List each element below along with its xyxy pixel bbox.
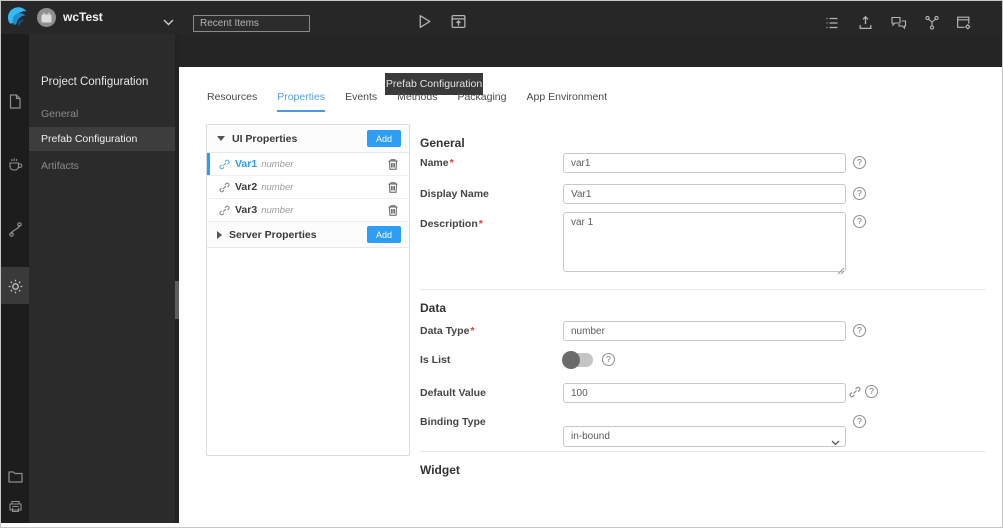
- sidebar-item-prefab-configuration[interactable]: Prefab Configuration: [29, 127, 179, 151]
- top-bar: wcTest: [1, 1, 1002, 34]
- project-name[interactable]: wcTest: [63, 8, 103, 27]
- property-type: number: [261, 181, 294, 193]
- wavemaker-studio-window: wcTest Recent Items Project Configuratio…: [0, 0, 1003, 528]
- property-name: Var1: [235, 158, 258, 170]
- config-sidebar: Project Configuration General Prefab Con…: [29, 34, 179, 523]
- default-value-bind-icon[interactable]: [849, 386, 861, 398]
- backend-services-icon[interactable]: [1, 152, 29, 178]
- tab-methods[interactable]: Methods: [397, 91, 437, 112]
- bind-link-icon: [219, 182, 230, 193]
- default-value-help-icon[interactable]: ?: [865, 385, 878, 398]
- is-list-label: Is List: [420, 354, 451, 366]
- description-help-icon[interactable]: ?: [853, 215, 866, 228]
- wavemaker-logo-icon: [8, 7, 29, 28]
- property-item-var3[interactable]: Var3 number: [207, 199, 409, 222]
- add-server-property-button[interactable]: Add: [367, 226, 401, 243]
- tab-packaging[interactable]: Packaging: [457, 91, 506, 112]
- delete-var1-button[interactable]: [387, 158, 399, 171]
- settings-gear-icon[interactable]: [1, 273, 29, 299]
- required-marker: *: [470, 325, 475, 337]
- caret-down-icon: [217, 136, 225, 141]
- ui-properties-label: UI Properties: [232, 132, 298, 145]
- preview-icon[interactable]: [450, 13, 467, 30]
- sidebar-item-general[interactable]: General: [29, 102, 179, 126]
- bind-link-icon: [219, 159, 230, 170]
- add-ui-property-button[interactable]: Add: [367, 130, 401, 147]
- default-value-input[interactable]: [563, 383, 846, 403]
- widget-section-title: Widget: [420, 463, 460, 477]
- required-marker: *: [449, 157, 454, 169]
- property-item-var2[interactable]: Var2 number: [207, 176, 409, 199]
- publish-icon[interactable]: [857, 14, 874, 31]
- tab-properties[interactable]: Properties: [277, 91, 326, 112]
- ui-properties-group-header[interactable]: UI Properties Add: [207, 125, 409, 153]
- tab-app-environment[interactable]: App Environment: [527, 91, 608, 112]
- recent-items-input[interactable]: [193, 15, 310, 32]
- run-icon[interactable]: [416, 13, 433, 30]
- sidebar-item-artifacts[interactable]: Artifacts: [29, 154, 179, 178]
- general-section-title: General: [420, 136, 465, 150]
- chat-icon[interactable]: [890, 15, 907, 31]
- sidebar-scrollbar-thumb[interactable]: [175, 281, 179, 319]
- display-name-help-icon[interactable]: ?: [853, 187, 866, 200]
- data-type-label: Data Type*: [420, 325, 475, 337]
- pages-icon[interactable]: [1, 88, 29, 114]
- prefab-config-tabs: Resources Properties Events Methods Pack…: [207, 91, 607, 112]
- tab-events[interactable]: Events: [345, 91, 377, 112]
- name-help-icon[interactable]: ?: [853, 156, 866, 169]
- display-name-input[interactable]: [563, 184, 846, 204]
- printer-icon[interactable]: [1, 494, 29, 520]
- data-type-help-icon[interactable]: ?: [853, 324, 866, 337]
- is-list-toggle[interactable]: [562, 351, 593, 369]
- project-avatar: [37, 8, 56, 32]
- binding-type-help-icon[interactable]: ?: [853, 415, 866, 428]
- tab-resources[interactable]: Resources: [207, 91, 257, 112]
- default-value-label: Default Value: [420, 387, 486, 399]
- server-properties-group-header[interactable]: Server Properties Add: [207, 222, 409, 248]
- properties-list-panel: UI Properties Add Var1 number Var2 numbe…: [206, 124, 410, 456]
- property-item-var1[interactable]: Var1 number: [207, 153, 409, 176]
- apis-icon[interactable]: [1, 216, 29, 242]
- property-name: Var3: [235, 204, 258, 216]
- folder-icon[interactable]: [1, 463, 29, 489]
- name-input[interactable]: [563, 153, 846, 173]
- window-settings-icon[interactable]: [955, 14, 972, 31]
- server-properties-label: Server Properties: [229, 228, 317, 241]
- console-icon[interactable]: [824, 15, 840, 31]
- toggle-knob: [562, 351, 580, 369]
- section-divider: [420, 451, 986, 452]
- document-tab-strip: Prefab Configuration: [179, 34, 1002, 95]
- is-list-help-icon[interactable]: ?: [602, 353, 615, 366]
- data-type-input[interactable]: [563, 321, 846, 341]
- binding-type-label: Binding Type: [420, 416, 486, 428]
- left-icon-rail: •••: [1, 34, 29, 523]
- description-label: Description*: [420, 218, 483, 230]
- bind-link-icon: [219, 205, 230, 216]
- required-marker: *: [478, 218, 483, 230]
- delete-var2-button[interactable]: [387, 181, 399, 194]
- property-type: number: [261, 204, 294, 216]
- sidebar-title: Project Configuration: [41, 76, 149, 88]
- name-label: Name*: [420, 157, 454, 169]
- property-name: Var2: [235, 181, 258, 193]
- chevron-down-icon[interactable]: [163, 19, 174, 26]
- property-type: number: [261, 158, 294, 170]
- display-name-label: Display Name: [420, 188, 489, 200]
- branch-icon[interactable]: [924, 14, 940, 31]
- textarea-resize-handle[interactable]: [837, 262, 845, 280]
- binding-type-select[interactable]: in-bound: [563, 426, 846, 447]
- section-divider: [420, 289, 986, 290]
- delete-var3-button[interactable]: [387, 204, 399, 217]
- binding-type-select-wrap: in-bound: [563, 426, 846, 447]
- data-section-title: Data: [420, 301, 447, 315]
- sidebar-scrollbar[interactable]: [175, 34, 179, 523]
- description-textarea[interactable]: var 1: [563, 212, 846, 272]
- caret-right-icon: [217, 230, 222, 239]
